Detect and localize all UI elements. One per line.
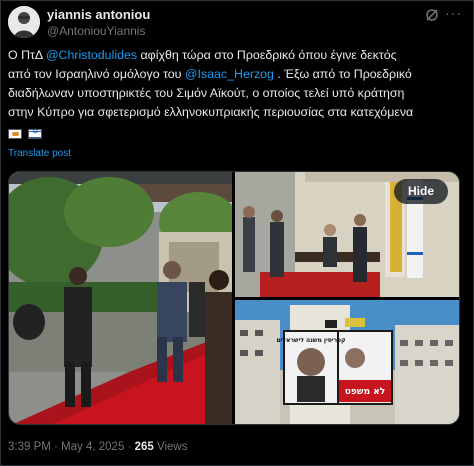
more-options-icon[interactable]: ···: [445, 5, 462, 21]
views-label: Views: [153, 441, 188, 453]
tweet-footer: 3:39 PM · May 4, 2025 · 265 Views: [8, 441, 187, 453]
tweet-card: yiannis antoniou @AntoniouYiannis ··· Ο …: [0, 0, 474, 466]
billboard-slogan: לא משפט: [345, 387, 386, 397]
translate-post-link[interactable]: Translate post: [8, 148, 71, 159]
separator: ·: [50, 441, 62, 453]
views-count: 265: [134, 441, 154, 453]
separator: ·: [124, 441, 135, 453]
tweet-text: Ο ΠτΔ @Christodulides αφίχθη τώρα στο Πρ…: [8, 46, 468, 122]
post-time[interactable]: 3:39 PM: [8, 441, 51, 453]
hide-button[interactable]: Hide: [394, 179, 448, 204]
text-segment: από τον Ισραηλινό ομόλογο του: [8, 67, 185, 81]
post-date[interactable]: May 4, 2025: [61, 441, 124, 453]
billboard-headline: קפריסין משנה לישראלים: [276, 337, 345, 344]
media-grid: לא משפט קפריסין משנה לישראלים: [8, 171, 460, 425]
mention-christodulides[interactable]: @Christodulides: [46, 48, 137, 62]
avatar[interactable]: [8, 6, 40, 38]
text-line: στην Κύπρο για σφετερισμό ελληνοκυπριακή…: [8, 105, 414, 119]
text-line: διαδήλωναν υποστηρικτές του Σιμόν Αϊκούτ…: [8, 86, 405, 100]
text-segment: αφίχθη τώρα στο Προεδρικό όπου έγινε δεκ…: [137, 48, 397, 62]
mention-isaac-herzog[interactable]: @Isaac_Herzog: [185, 67, 274, 81]
photo-red-carpet[interactable]: [9, 172, 232, 424]
author-handle[interactable]: @AntoniouYiannis: [47, 24, 145, 38]
photo-billboard[interactable]: לא משפט קפריסין משנה לישראלים: [235, 300, 459, 424]
grok-icon[interactable]: [424, 7, 440, 23]
flag-emojis: [8, 127, 42, 139]
author-name[interactable]: yiannis antoniou: [47, 7, 150, 22]
israel-flag-icon: [28, 127, 42, 139]
text-segment: Ο ΠτΔ: [8, 48, 46, 62]
text-segment: . Έξω από το Προεδρικό: [273, 67, 412, 81]
cyprus-flag-icon: [8, 129, 22, 139]
